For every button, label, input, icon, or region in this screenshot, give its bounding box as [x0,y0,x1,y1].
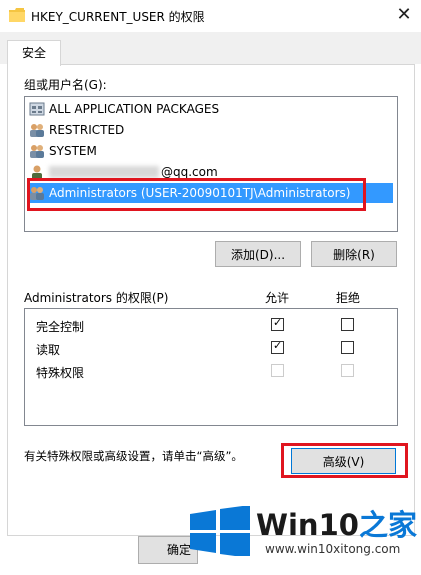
deny-special-checkbox [341,364,354,377]
permission-name: 读取 [36,343,61,357]
window-title: HKEY_CURRENT_USER 的权限 [31,10,205,24]
group-users-list[interactable]: ALL APPLICATION PACKAGES RESTRICTED SYST… [24,96,398,232]
tab-strip [0,32,421,64]
watermark-suffix: 之家 [358,508,417,542]
allow-column-header: 允许 [265,291,290,305]
deny-read-checkbox[interactable] [341,341,354,354]
permissions-label: Administrators 的权限(P) [24,291,169,305]
permission-name: 特殊权限 [36,366,85,380]
app-packages-icon [29,102,45,116]
allow-read-checkbox[interactable]: ✓ [271,339,284,354]
redacted-username [49,166,159,178]
list-item[interactable]: ALL APPLICATION PACKAGES [29,99,393,119]
advanced-hint: 有关特殊权限或高级设置，请单击“高级”。 [24,449,243,463]
highlight-box-advanced [281,443,408,478]
check-icon: ✓ [273,339,283,352]
close-button[interactable]: ✕ [387,0,421,30]
highlight-box-administrators [27,178,366,211]
allow-full-control-checkbox[interactable]: ✓ [271,316,284,331]
folder-icon [9,8,25,22]
watermark: Win10之家 www.win10xitong.com [180,498,421,575]
watermark-url: www.win10xitong.com [265,542,401,556]
users-group-icon [30,124,44,137]
title-bar: HKEY_CURRENT_USER 的权限 ✕ [0,0,421,32]
windows-logo-icon [190,506,250,556]
group-users-label: 组或用户名(G): [24,78,107,92]
users-group-icon [30,145,44,158]
remove-button[interactable]: 删除(R) [311,241,397,267]
list-item[interactable]: RESTRICTED [29,120,393,140]
list-item-label: ALL APPLICATION PACKAGES [49,102,220,116]
permission-name: 完全控制 [36,320,85,334]
list-item-label: SYSTEM [49,144,97,158]
check-icon: ✓ [273,316,283,329]
deny-full-control-checkbox[interactable] [341,318,354,331]
tab-security[interactable]: 安全 [7,40,61,66]
deny-column-header: 拒绝 [336,291,361,305]
allow-special-checkbox [271,364,284,377]
list-item-label: RESTRICTED [49,123,125,137]
watermark-title: Win10之家 [256,502,417,544]
add-button[interactable]: 添加(D)... [215,241,301,267]
list-item[interactable]: SYSTEM [29,141,393,161]
watermark-brand: Win10 [256,508,359,542]
